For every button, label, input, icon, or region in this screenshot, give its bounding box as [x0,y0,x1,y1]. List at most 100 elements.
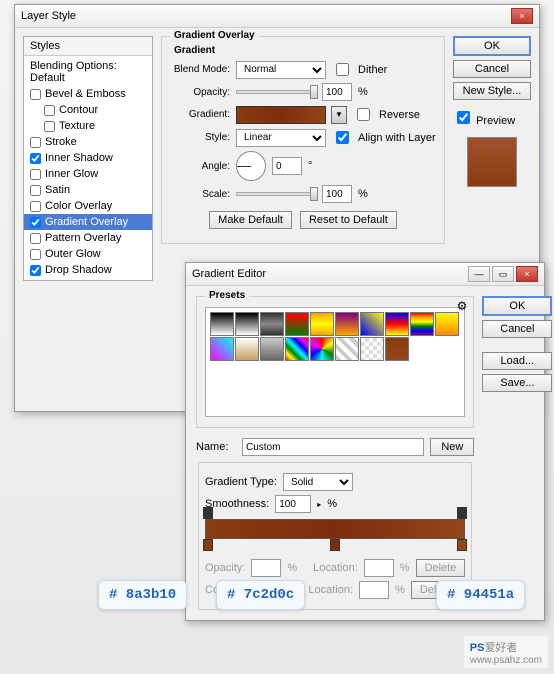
checkbox-inner-glow[interactable] [30,169,41,180]
color-badge-3: # 94451a [436,580,525,610]
checkbox-contour[interactable] [44,105,55,116]
angle-input[interactable] [272,157,302,175]
angle-wheel[interactable] [236,151,266,181]
gradient-overlay-fieldset: Gradient Overlay Gradient Blend Mode: No… [161,36,445,244]
preset-swatch[interactable] [210,337,234,361]
preview-swatch [467,137,517,187]
gear-icon[interactable]: ⚙ [457,299,468,313]
style-drop-shadow[interactable]: Drop Shadow [24,262,152,278]
style-gradient-overlay[interactable]: Gradient Overlay [24,214,152,230]
preset-swatch[interactable] [210,312,234,336]
ge-load-button[interactable]: Load... [482,352,552,370]
preset-swatch[interactable] [410,312,434,336]
style-contour[interactable]: Contour [24,102,152,118]
preset-swatch[interactable] [235,312,259,336]
preset-swatch[interactable] [310,312,334,336]
align-checkbox[interactable] [336,131,349,144]
stop-opacity-input [251,559,281,577]
close-icon[interactable]: × [516,266,538,282]
preset-swatch[interactable] [385,337,409,361]
reverse-checkbox[interactable] [357,108,370,121]
blending-options-default[interactable]: Blending Options: Default [24,58,152,86]
gradient-dropdown-icon[interactable]: ▼ [331,106,347,124]
style-satin[interactable]: Satin [24,182,152,198]
preset-swatch[interactable] [385,312,409,336]
dropdown-icon[interactable]: ▸ [317,500,321,509]
opacity-stop[interactable] [203,507,213,519]
reset-default-button[interactable]: Reset to Default [300,211,397,229]
checkbox-outer-glow[interactable] [30,249,41,260]
blend-mode-label: Blend Mode: [170,64,230,75]
style-inner-glow[interactable]: Inner Glow [24,166,152,182]
scale-input[interactable] [322,185,352,203]
checkbox-pattern-overlay[interactable] [30,233,41,244]
preset-swatch[interactable] [285,312,309,336]
type-select[interactable]: Solid [283,473,353,491]
style-stroke[interactable]: Stroke [24,134,152,150]
preset-swatch[interactable] [360,312,384,336]
ge-save-button[interactable]: Save... [482,374,552,392]
dither-checkbox[interactable] [336,63,349,76]
color-stop[interactable] [330,539,340,551]
preset-swatch[interactable] [335,312,359,336]
ge-cancel-button[interactable]: Cancel [482,320,552,338]
style-bevel[interactable]: Bevel & Emboss [24,86,152,102]
blend-mode-select[interactable]: Normal [236,61,326,79]
gradient-swatch[interactable] [236,106,326,124]
scale-label: Scale: [170,189,230,200]
reverse-label: Reverse [379,109,420,121]
smooth-label: Smoothness: [205,498,269,510]
ge-title: Gradient Editor [192,268,266,280]
preset-swatch[interactable] [260,337,284,361]
opacity-stop[interactable] [457,507,467,519]
minimize-icon[interactable]: — [468,266,490,282]
style-texture[interactable]: Texture [24,118,152,134]
watermark: PS爱好者 www.psahz.com [464,636,548,668]
close-icon[interactable]: × [511,8,533,24]
angle-label: Angle: [170,161,230,172]
make-default-button[interactable]: Make Default [209,211,292,229]
checkbox-inner-shadow[interactable] [30,153,41,164]
checkbox-gradient-overlay[interactable] [30,217,41,228]
ge-ok-button[interactable]: OK [482,296,552,316]
preset-swatch[interactable] [260,312,284,336]
style-outer-glow[interactable]: Outer Glow [24,246,152,262]
checkbox-bevel[interactable] [30,89,41,100]
opacity-input[interactable] [322,83,352,101]
gradient-bar[interactable] [205,519,465,539]
checkbox-satin[interactable] [30,185,41,196]
opacity-slider[interactable] [236,90,316,94]
color-stop[interactable] [203,539,213,551]
preset-swatch[interactable] [435,312,459,336]
preset-swatch[interactable] [310,337,334,361]
scale-slider[interactable] [236,192,316,196]
layer-style-titlebar[interactable]: Layer Style × [15,5,539,28]
style-select[interactable]: Linear [236,129,326,147]
preset-swatch[interactable] [360,337,384,361]
maximize-icon[interactable]: ▭ [492,266,514,282]
preset-swatch[interactable] [335,337,359,361]
style-pattern-overlay[interactable]: Pattern Overlay [24,230,152,246]
checkbox-drop-shadow[interactable] [30,265,41,276]
ge-titlebar[interactable]: Gradient Editor — ▭ × [186,263,544,286]
checkbox-texture[interactable] [44,121,55,132]
style-color-overlay[interactable]: Color Overlay [24,198,152,214]
smooth-input[interactable] [275,495,311,513]
stop-location-input [359,581,389,599]
checkbox-color-overlay[interactable] [30,201,41,212]
name-input[interactable] [242,438,424,456]
checkbox-stroke[interactable] [30,137,41,148]
cancel-button[interactable]: Cancel [453,60,531,78]
name-label: Name: [196,441,236,453]
presets-label: Presets [205,290,249,301]
new-button[interactable]: New [430,438,474,456]
gradient-sublabel: Gradient [174,45,436,56]
new-style-button[interactable]: New Style... [453,82,531,100]
preset-swatch[interactable] [235,337,259,361]
ok-button[interactable]: OK [453,36,531,56]
style-inner-shadow[interactable]: Inner Shadow [24,150,152,166]
preset-swatch[interactable] [285,337,309,361]
styles-header[interactable]: Styles [24,37,152,56]
color-stop[interactable] [457,539,467,551]
preview-checkbox[interactable] [457,111,470,124]
